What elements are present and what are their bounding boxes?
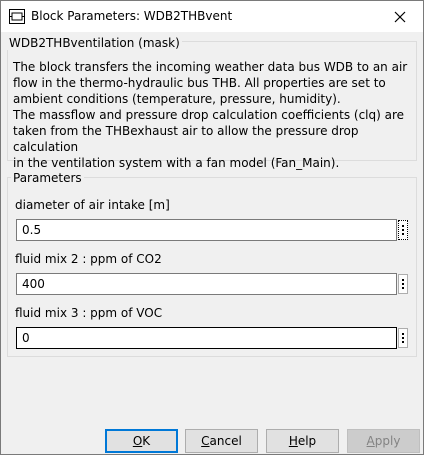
apply-button-label: pply	[374, 434, 401, 448]
help-button-mnemonic: H	[288, 434, 298, 448]
help-button[interactable]: Help	[266, 429, 339, 453]
description-line: ambient conditions (temperature, pressur…	[13, 92, 341, 106]
simulink-block-icon	[9, 9, 25, 24]
apply-button: Apply	[347, 429, 420, 453]
apply-button-mnemonic: A	[366, 434, 375, 448]
diameter-label: diameter of air intake [m]	[15, 198, 170, 212]
mask-description: The block transfers the incoming weather…	[13, 59, 415, 171]
description-line: in the ventilation system with a fan mod…	[13, 156, 340, 170]
mask-title: WDB2THBventilation (mask)	[7, 36, 182, 50]
diameter-more-button[interactable]	[398, 220, 408, 240]
co2-label: fluid mix 2 : ppm of CO2	[15, 252, 162, 266]
co2-input[interactable]	[16, 273, 397, 295]
title-bar[interactable]: Block Parameters: WDB2THBvent	[1, 1, 423, 32]
co2-more-button[interactable]	[398, 274, 408, 294]
voc-label: fluid mix 3 : ppm of VOC	[15, 306, 163, 320]
description-line: The massflow and pressure drop calculati…	[13, 108, 405, 122]
parameters-title: Parameters	[11, 171, 84, 185]
voc-more-button[interactable]	[398, 328, 408, 348]
close-button[interactable]	[377, 1, 423, 32]
vertical-ellipsis-icon	[402, 279, 404, 289]
voc-input[interactable]	[16, 327, 397, 349]
ok-button[interactable]: OK	[105, 429, 178, 453]
ok-button-label: K	[142, 434, 151, 448]
block-parameters-dialog: Block Parameters: WDB2THBvent WDB2THBven…	[0, 0, 424, 455]
vertical-ellipsis-icon	[402, 333, 404, 343]
help-button-label: elp	[297, 434, 317, 448]
close-icon	[394, 11, 406, 22]
cancel-button-label: ancel	[209, 434, 242, 448]
vertical-ellipsis-icon	[402, 225, 404, 235]
diameter-input[interactable]	[16, 219, 397, 241]
description-line: flow in the thermo-hydraulic bus THB. Al…	[13, 76, 386, 90]
cancel-button[interactable]: Cancel	[185, 429, 258, 453]
window-title: Block Parameters: WDB2THBvent	[31, 9, 233, 23]
cancel-button-mnemonic: C	[201, 434, 210, 448]
description-line: taken from the THBexhaust air to allow t…	[13, 124, 359, 154]
description-line: The block transfers the incoming weather…	[13, 60, 408, 74]
ok-button-mnemonic: O	[132, 434, 143, 448]
